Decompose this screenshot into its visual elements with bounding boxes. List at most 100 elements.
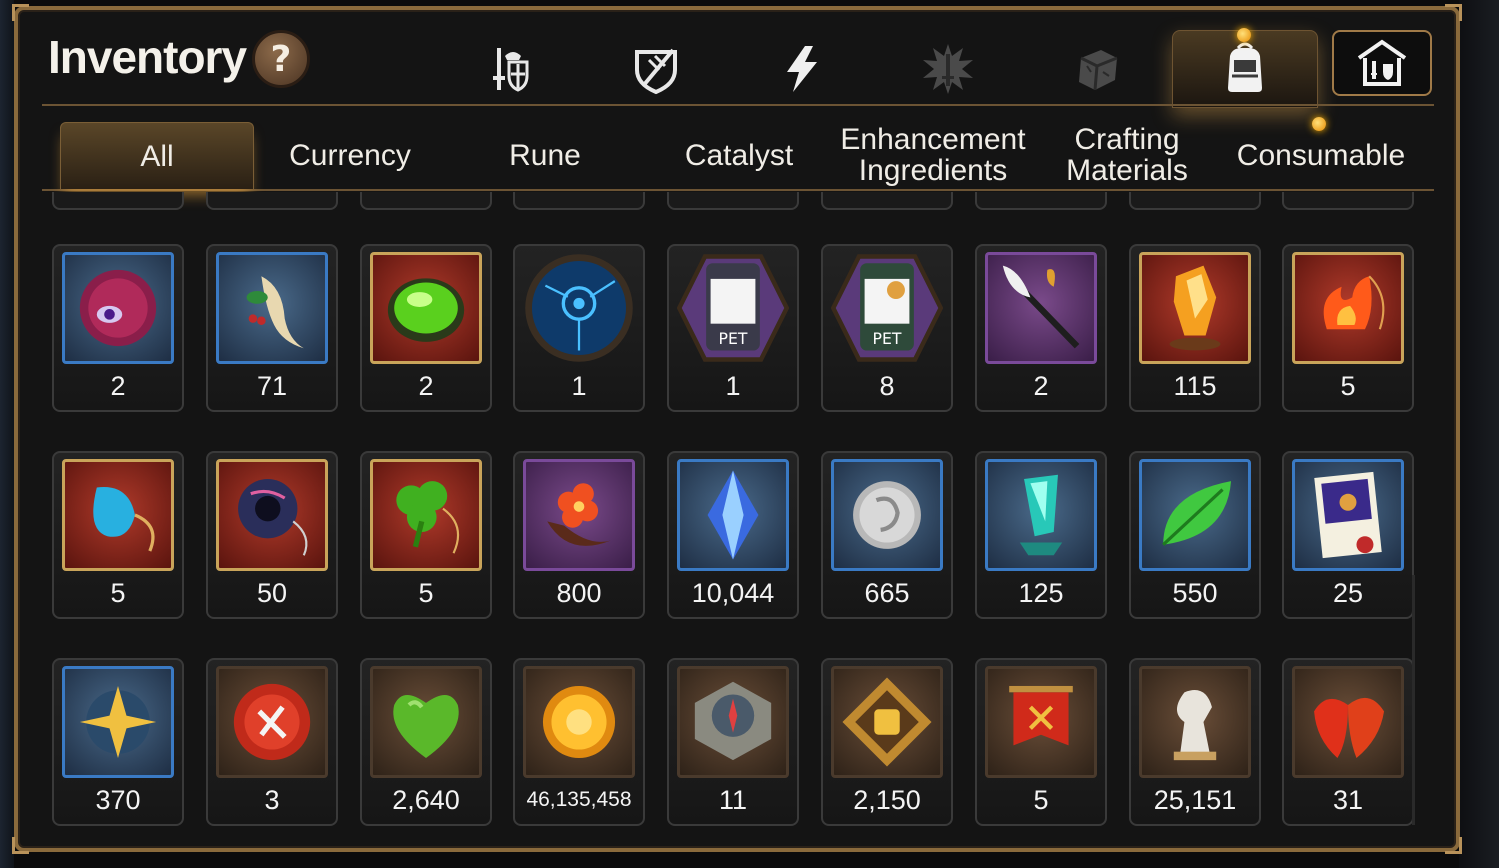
item-count: 1 bbox=[725, 371, 741, 401]
item-count: 2 bbox=[418, 371, 434, 401]
item-slot[interactable]: 2 bbox=[975, 244, 1107, 412]
partial-item-cell[interactable] bbox=[206, 192, 338, 210]
scrollbar[interactable] bbox=[1412, 575, 1415, 825]
tab-equipment[interactable] bbox=[470, 34, 550, 104]
item-count: 31 bbox=[1332, 785, 1364, 815]
subtab-divider bbox=[42, 189, 1434, 191]
war-banner-icon bbox=[1009, 685, 1073, 746]
item-slot[interactable]: 3 bbox=[206, 658, 338, 826]
partial-item-cell[interactable] bbox=[667, 192, 799, 210]
item-slot[interactable]: 1 bbox=[513, 244, 645, 412]
page-title: Inventory bbox=[48, 31, 247, 83]
green-leaf-icon bbox=[1162, 481, 1232, 546]
item-slot[interactable]: 550 bbox=[1129, 451, 1261, 619]
tab-exclusive[interactable] bbox=[908, 34, 988, 104]
item-slot[interactable]: 31 bbox=[1282, 658, 1414, 826]
notification-dot bbox=[1312, 117, 1326, 131]
subtab-enhancement-ingredients[interactable]: Enhancement Ingredients bbox=[837, 122, 1029, 188]
item-slot[interactable]: 46,135,458 bbox=[513, 658, 645, 826]
item-slot[interactable]: 2,640 bbox=[360, 658, 492, 826]
item-count: 2 bbox=[1033, 371, 1049, 401]
item-frame: PET bbox=[677, 252, 789, 364]
partial-item-cell[interactable] bbox=[1129, 192, 1261, 210]
item-slot[interactable]: 800 bbox=[513, 451, 645, 619]
item-frame bbox=[985, 666, 1097, 778]
tab-skill[interactable] bbox=[762, 34, 842, 104]
flower-charm-icon bbox=[547, 483, 611, 546]
item-slot[interactable]: 11 bbox=[667, 658, 799, 826]
item-slot[interactable]: 665 bbox=[821, 451, 953, 619]
item-count: 8 bbox=[879, 371, 895, 401]
item-frame bbox=[523, 252, 635, 364]
subtab-label: Consumable bbox=[1236, 138, 1406, 172]
gold-coin-icon bbox=[542, 685, 616, 759]
partial-item-cell[interactable] bbox=[52, 192, 184, 210]
svg-text:PET: PET bbox=[719, 329, 748, 348]
item-count: 5 bbox=[418, 578, 434, 608]
subtab-crafting-materials[interactable]: Crafting Materials bbox=[1031, 122, 1223, 188]
ginseng-root-icon bbox=[246, 276, 304, 349]
tab-material[interactable] bbox=[1058, 34, 1138, 104]
item-slot[interactable]: 2 bbox=[52, 244, 184, 412]
partial-item-cell[interactable] bbox=[975, 192, 1107, 210]
item-frame bbox=[370, 252, 482, 364]
subtab-label: Currency bbox=[289, 138, 411, 172]
item-slot[interactable]: 25 bbox=[1282, 451, 1414, 619]
silver-coin-icon bbox=[853, 481, 921, 549]
item-frame bbox=[1139, 459, 1251, 571]
subtab-label: Rune bbox=[509, 138, 581, 172]
green-gem-icon bbox=[387, 278, 465, 342]
frame-corner bbox=[1445, 4, 1462, 21]
notification-dot bbox=[1237, 28, 1251, 42]
item-count: 25 bbox=[1332, 578, 1364, 608]
item-slot[interactable]: 5 bbox=[52, 451, 184, 619]
header-divider bbox=[42, 104, 1434, 106]
item-slot[interactable]: 5 bbox=[360, 451, 492, 619]
background-left bbox=[0, 0, 14, 868]
item-frame bbox=[1139, 666, 1251, 778]
tab-artifact[interactable] bbox=[616, 34, 696, 104]
item-slot[interactable]: 2 bbox=[360, 244, 492, 412]
partial-item-cell[interactable] bbox=[360, 192, 492, 210]
blue-rune-circle-icon bbox=[525, 254, 633, 362]
item-slot[interactable]: 50 bbox=[206, 451, 338, 619]
item-slot[interactable]: 115 bbox=[1129, 244, 1261, 412]
item-slot[interactable]: 71 bbox=[206, 244, 338, 412]
item-count: 2 bbox=[110, 371, 126, 401]
item-slot[interactable]: PET 1 bbox=[667, 244, 799, 412]
subtab-catalyst[interactable]: Catalyst bbox=[643, 122, 835, 188]
item-frame bbox=[985, 252, 1097, 364]
subtab-rune[interactable]: Rune bbox=[449, 122, 641, 188]
help-button[interactable]: ? bbox=[252, 30, 310, 88]
item-slot[interactable]: 5 bbox=[1282, 244, 1414, 412]
item-count: 115 bbox=[1173, 371, 1217, 401]
item-grid[interactable]: 2 71 2 1 PET 1 PET 8 2 115 5 5 50 5 800 … bbox=[42, 192, 1422, 832]
partial-item-cell[interactable] bbox=[513, 192, 645, 210]
item-slot[interactable]: 25,151 bbox=[1129, 658, 1261, 826]
item-slot[interactable]: PET 8 bbox=[821, 244, 953, 412]
burst-sword-icon bbox=[923, 44, 973, 94]
item-slot[interactable]: 5 bbox=[975, 658, 1107, 826]
tab-storage[interactable] bbox=[1332, 30, 1432, 96]
fist-emblem-icon bbox=[842, 677, 932, 767]
item-frame bbox=[523, 459, 635, 571]
frame-corner bbox=[1445, 837, 1462, 854]
subtab-all[interactable]: All bbox=[60, 122, 254, 189]
item-count: 5 bbox=[110, 578, 126, 608]
lightning-icon bbox=[787, 46, 817, 92]
item-frame bbox=[216, 459, 328, 571]
backpack-icon bbox=[1228, 42, 1262, 92]
partial-item-cell[interactable] bbox=[821, 192, 953, 210]
flame-charm-icon bbox=[1323, 275, 1385, 330]
item-slot[interactable]: 2,150 bbox=[821, 658, 953, 826]
item-slot[interactable]: 370 bbox=[52, 658, 184, 826]
item-slot[interactable]: 10,044 bbox=[667, 451, 799, 619]
item-slot[interactable]: 125 bbox=[975, 451, 1107, 619]
item-count: 1 bbox=[571, 371, 587, 401]
star-charm-icon bbox=[79, 685, 157, 759]
fire-crystal-icon bbox=[1169, 265, 1221, 351]
subtab-consumable[interactable]: Consumable bbox=[1225, 122, 1417, 188]
partial-item-cell[interactable] bbox=[1282, 192, 1414, 210]
item-frame bbox=[677, 666, 789, 778]
subtab-currency[interactable]: Currency bbox=[254, 122, 446, 188]
